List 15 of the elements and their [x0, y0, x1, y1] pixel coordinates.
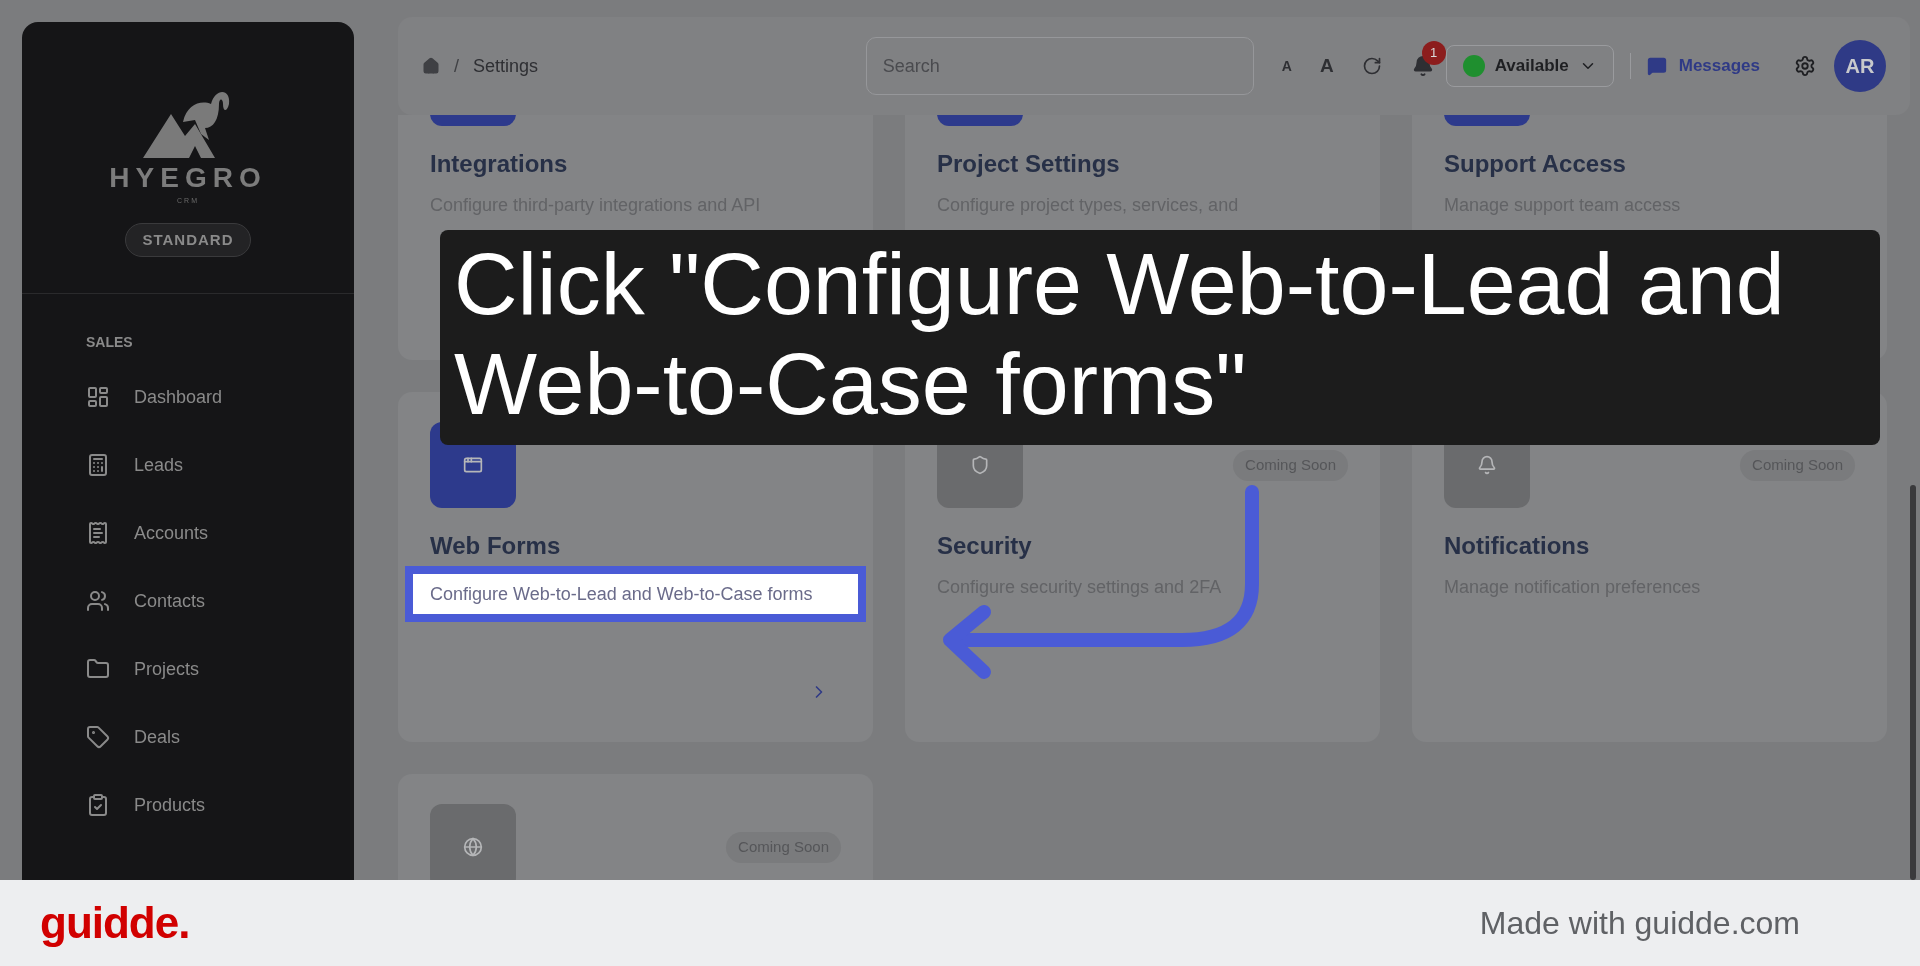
card-title: Support Access	[1444, 150, 1627, 178]
plan-badge: STANDARD	[125, 222, 251, 257]
brand-name: HYEGRO	[109, 164, 267, 192]
card-description: Configure Web-to-Lead and Web-to-Case forms	[405, 566, 866, 622]
card-title: Project Settings	[937, 150, 1121, 178]
card-title: Security	[937, 532, 1033, 560]
card-title: Integrations	[430, 150, 569, 178]
notification-badge: 1	[1421, 41, 1446, 65]
section-heading: SALES	[86, 333, 134, 352]
card-title: Web Forms	[430, 532, 562, 560]
breadcrumb-current: Settings	[473, 54, 539, 78]
footer-credit: Made with guidde.com	[1479, 904, 1800, 943]
footer-logo: guidde.	[40, 897, 190, 949]
breadcrumb-separator: /	[454, 54, 459, 78]
card-title: Notifications	[1444, 532, 1591, 560]
